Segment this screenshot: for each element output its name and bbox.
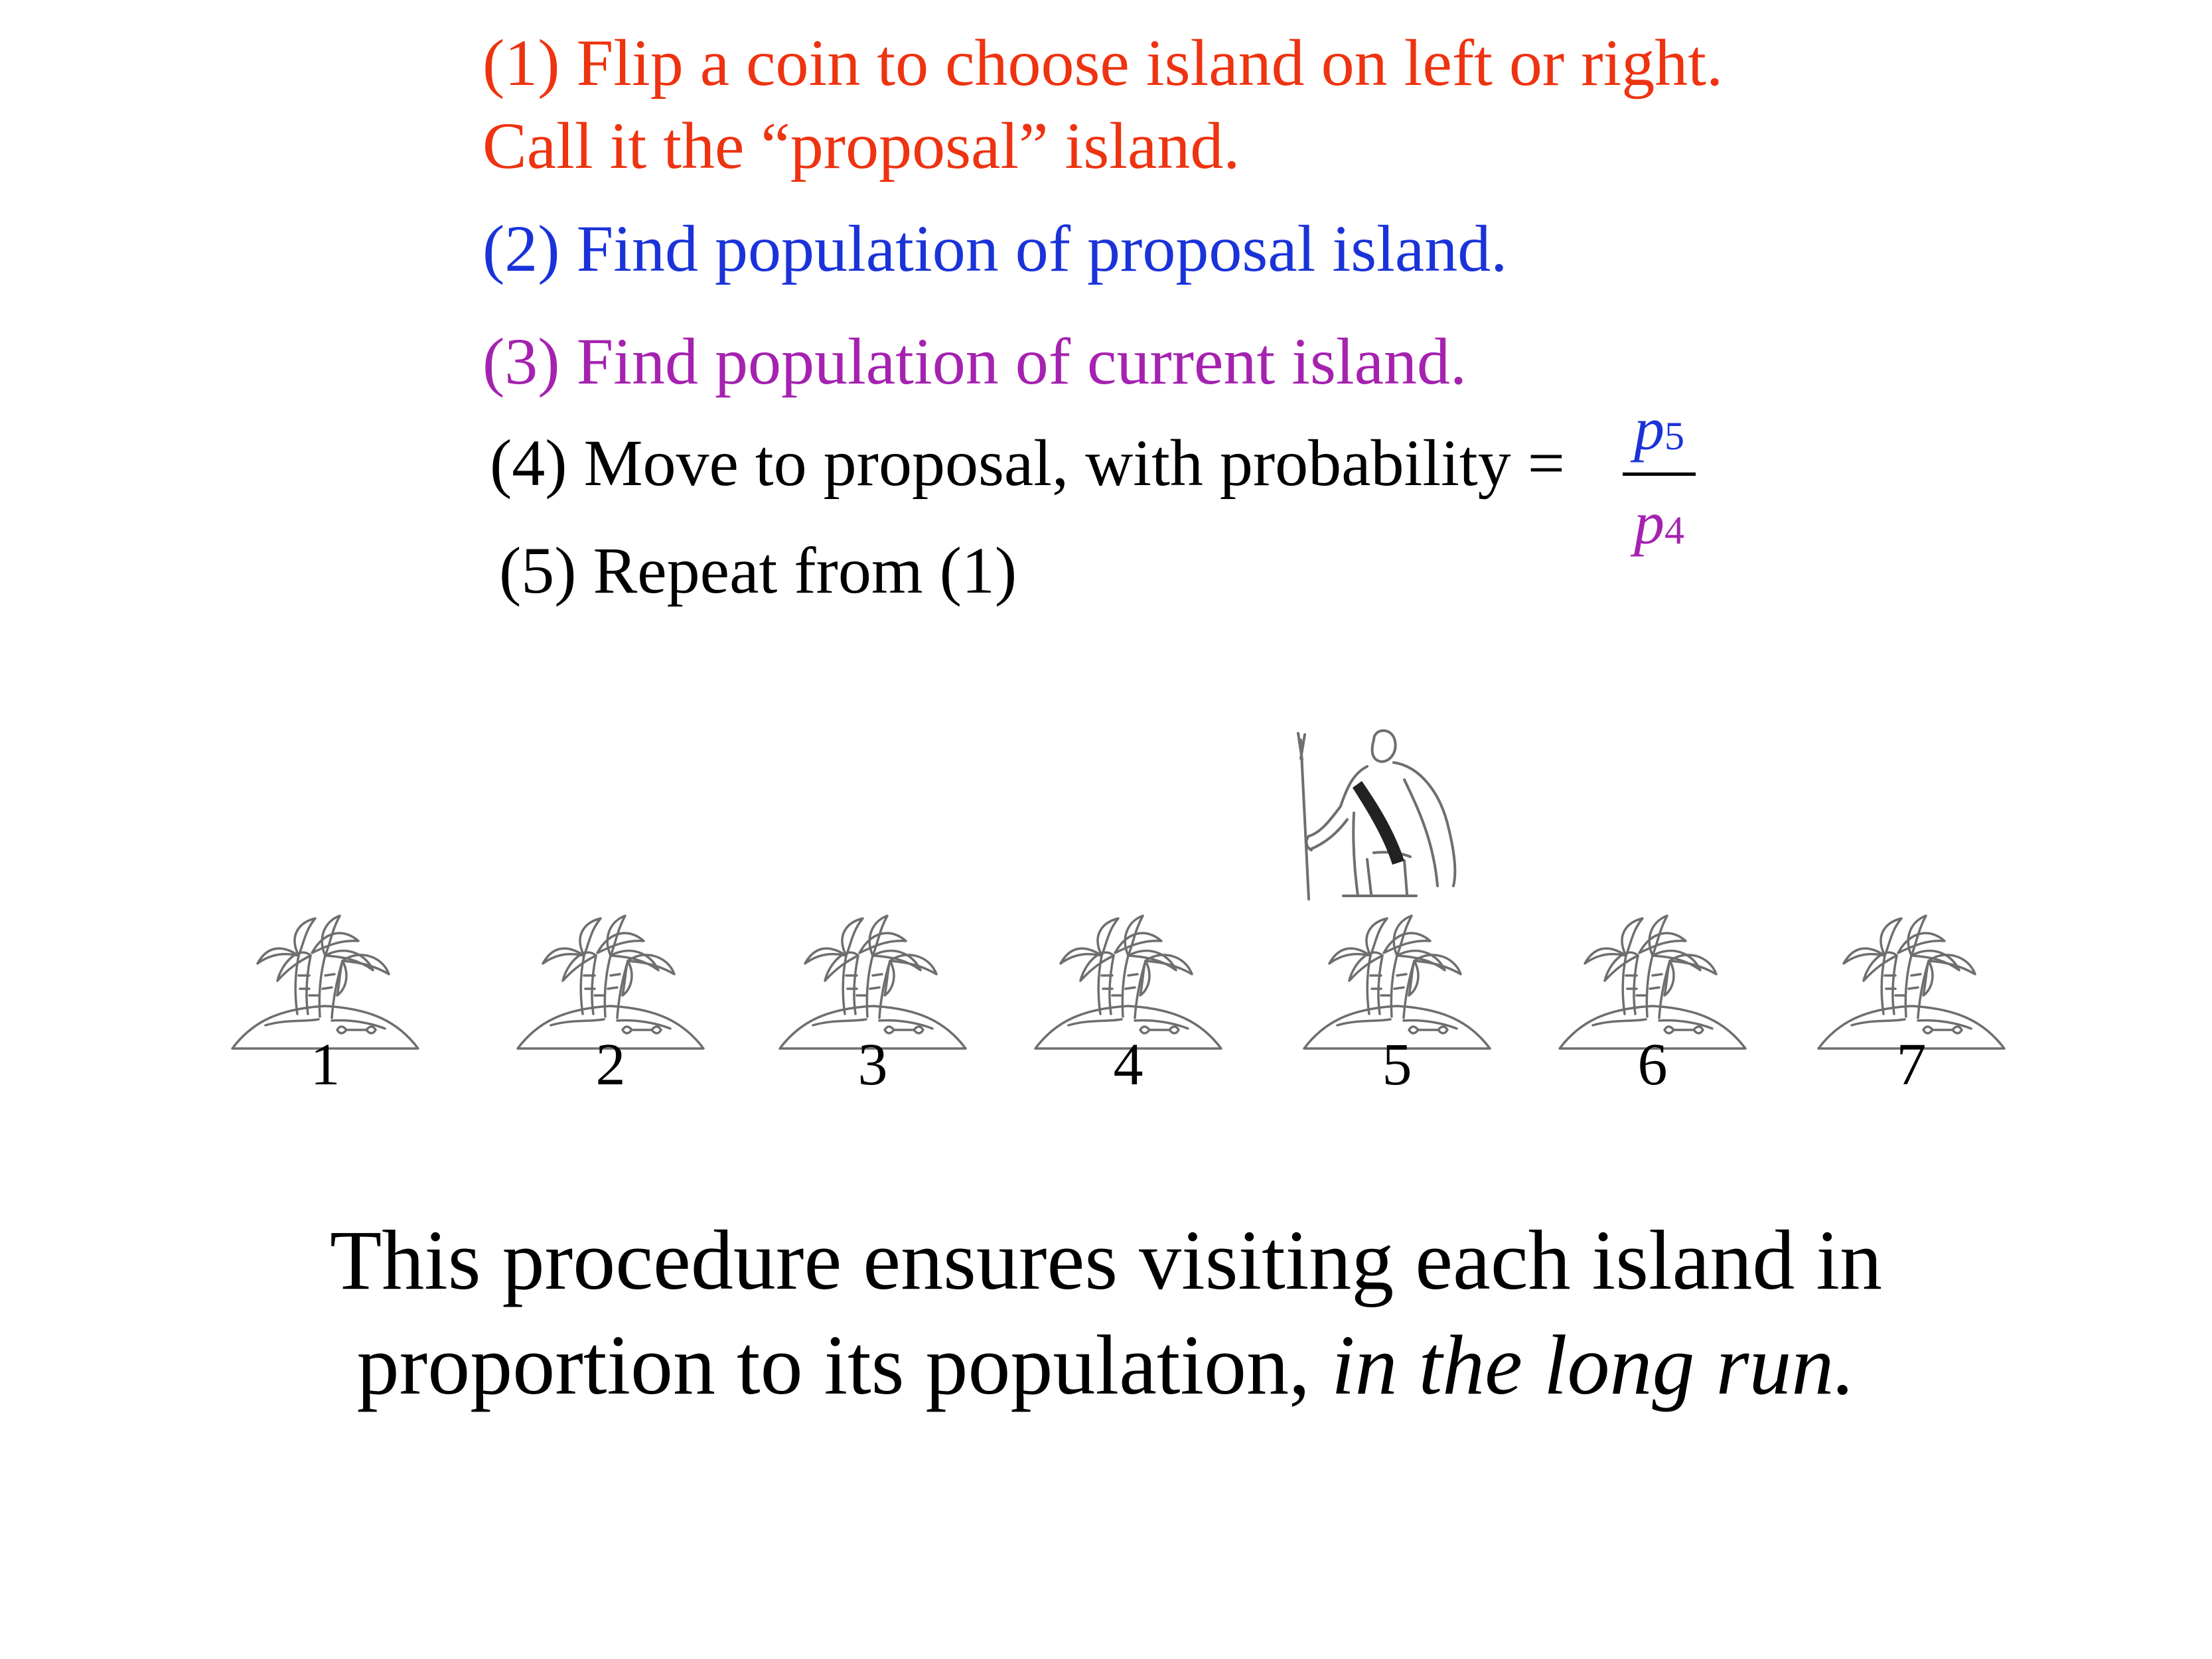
step-2: (2) Find population of proposal island. (482, 212, 1508, 285)
step-4: (4) Move to proposal, with probability = (490, 426, 1566, 500)
island-4 (1029, 889, 1228, 1055)
numerator-variable: p (1634, 395, 1664, 463)
fraction-numerator: p5 (1623, 398, 1696, 459)
conclusion-line-2-italic: in the long run. (1331, 1318, 1856, 1412)
palm-island-icon (778, 914, 967, 1050)
probability-fraction: p5 p4 (1623, 398, 1696, 557)
conclusion-text: This procedure ensures visiting each isl… (0, 1208, 2212, 1417)
island-label-1: 1 (310, 1032, 340, 1098)
island-5 (1297, 889, 1497, 1055)
palm-island-icon (1303, 914, 1491, 1050)
island-label-2: 2 (595, 1032, 626, 1098)
conclusion-line-2: proportion to its population, in the lon… (0, 1313, 2212, 1417)
step-5: (5) Repeat from (1) (499, 534, 1017, 607)
conclusion-line-2-plain: proportion to its population, (356, 1318, 1332, 1412)
palm-island-icon (1817, 914, 2006, 1050)
step-1-line-2: Call it the “proposal” island. (482, 109, 1240, 182)
explorer-sketch (1297, 729, 1457, 901)
island-label-7: 7 (1896, 1032, 1927, 1098)
explorer-with-staff-icon (1274, 720, 1487, 906)
denominator-variable: p (1634, 489, 1664, 557)
step-1-line-1: (1) Flip a coin to choose island on left… (482, 26, 1724, 100)
numerator-subscript: 5 (1664, 414, 1684, 458)
island-label-5: 5 (1382, 1032, 1412, 1098)
island-3 (773, 889, 972, 1055)
island-label-6: 6 (1637, 1032, 1668, 1098)
island-2 (511, 889, 710, 1055)
fraction-bar (1623, 472, 1696, 476)
island-label-4: 4 (1113, 1032, 1143, 1098)
island-6 (1553, 889, 1752, 1055)
step-3: (3) Find population of current island. (482, 325, 1467, 398)
island-label-3: 3 (857, 1032, 888, 1098)
conclusion-line-1: This procedure ensures visiting each isl… (330, 1213, 1882, 1307)
island-1 (226, 889, 425, 1055)
denominator-subscript: 4 (1664, 508, 1684, 552)
fraction-denominator: p4 (1623, 492, 1696, 553)
palm-island-icon (1558, 914, 1747, 1050)
palm-island-icon (516, 914, 705, 1050)
palm-island-icon (1034, 914, 1222, 1050)
palm-island-icon (231, 914, 419, 1050)
island-7 (1812, 889, 2011, 1055)
